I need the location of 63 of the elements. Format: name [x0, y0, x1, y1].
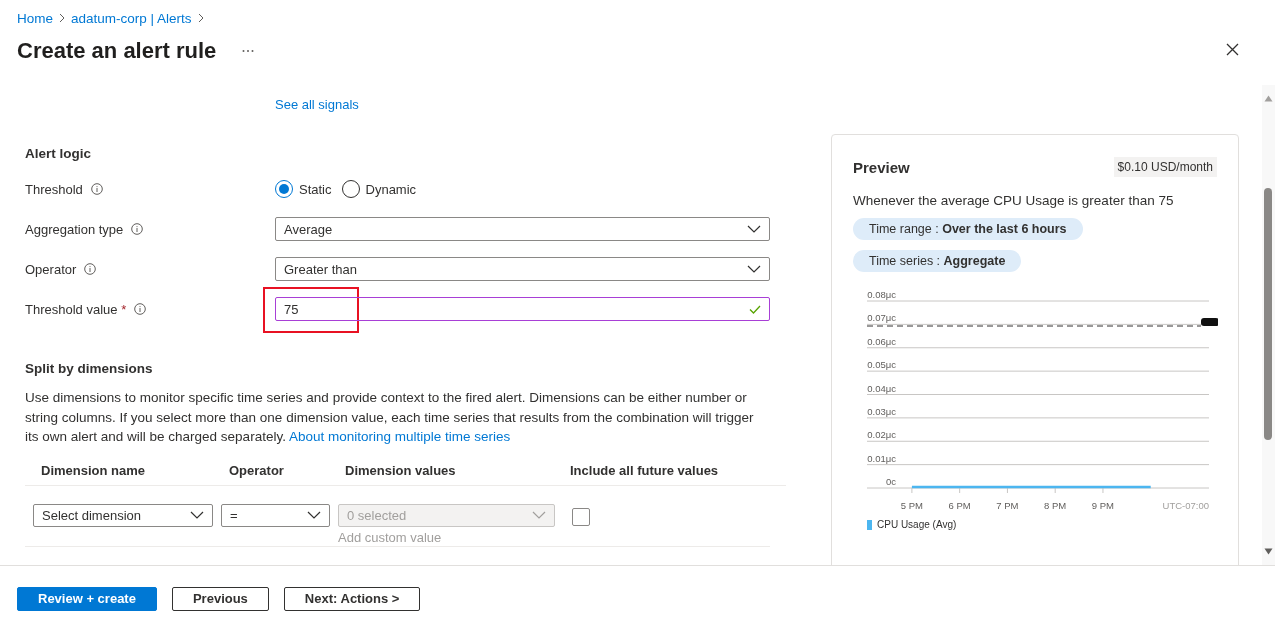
operator-dropdown[interactable]: =	[221, 503, 330, 527]
field-label: Threshold value *	[25, 301, 127, 317]
x-tick-label: 5 PM	[900, 500, 923, 511]
legend-label: CPU Usage (Avg)	[877, 519, 957, 530]
x-tick-label: 7 PM	[996, 500, 1019, 511]
see-all-signals-link[interactable]: See all signals	[275, 97, 359, 112]
breadcrumb-link[interactable]: Home	[17, 10, 53, 26]
y-tick-label: 0.08μc	[867, 289, 896, 300]
x-tick-label: 8 PM	[1044, 500, 1067, 511]
page-title: Create an alert rule	[17, 38, 217, 64]
info-icon	[131, 223, 144, 235]
field-label: Threshold	[25, 181, 83, 197]
footer-button[interactable]: Next: Actions >	[283, 586, 421, 611]
y-tick-label: 0.04μc	[867, 382, 896, 394]
scrollbar[interactable]	[1262, 85, 1275, 565]
footer-button[interactable]: Previous	[171, 586, 269, 611]
column-header: Dimension values	[345, 463, 457, 478]
y-tick-label: 0c	[885, 476, 896, 487]
x-tick-label: 9 PM	[1091, 500, 1115, 511]
y-tick-label: 0.05μc	[867, 359, 896, 371]
section-heading: Alert logic	[25, 146, 92, 161]
filter-chip: Time series : Aggregate	[853, 250, 1022, 272]
checkbox[interactable]	[572, 507, 590, 526]
dropdown[interactable]: Average	[275, 217, 770, 241]
field-label: Aggregation type	[25, 221, 124, 237]
scroll-down-icon[interactable]	[1264, 548, 1273, 555]
column-header: Include all future values	[570, 463, 720, 478]
info-icon	[90, 183, 103, 195]
chevron-down-icon	[747, 225, 761, 233]
y-tick-label: 0.06μc	[867, 335, 896, 347]
y-tick-label: 0.07μc	[867, 312, 896, 324]
timezone-label: UTC-07:00	[1162, 500, 1209, 511]
chevron-down-icon	[747, 265, 761, 273]
more-icon[interactable]	[242, 49, 255, 53]
dimension-dropdown[interactable]: Select dimension	[33, 503, 213, 527]
preview-summary: Whenever the average CPU Usage is greater than 75	[853, 193, 1175, 208]
y-tick-label: 0.02μc	[867, 429, 896, 441]
section-heading: Split by dimensions	[25, 361, 154, 376]
info-icon	[84, 263, 97, 275]
input-field[interactable]: 75	[275, 297, 770, 321]
chevron-right-icon	[59, 13, 65, 23]
footer-button[interactable]: Review + create	[17, 586, 157, 611]
y-tick-label: 0.03μc	[867, 405, 896, 417]
chevron-right-icon	[197, 13, 204, 23]
filter-chip: Time range : Over the last 6 hours	[853, 218, 1083, 240]
y-tick-label: 0.01μc	[867, 452, 896, 464]
radio-label: Dynamic	[365, 181, 417, 197]
learn-more-link[interactable]: About monitoring multiple time series	[288, 429, 511, 444]
x-tick-label: 6 PM	[948, 500, 971, 511]
info-icon	[134, 303, 147, 315]
checkmark-icon	[749, 304, 761, 314]
breadcrumb-link[interactable]: adatum-corp | Alerts	[71, 10, 192, 26]
field-label: Operator	[25, 261, 77, 277]
chevron-down-icon	[307, 511, 321, 519]
preview-title: Preview	[853, 158, 910, 176]
price-tag: $0.10 USD/month	[1113, 157, 1217, 177]
radio-label: Static	[299, 181, 332, 197]
column-header: Dimension name	[41, 463, 147, 478]
description-text: Use dimensions to monitor specific time series and provide context to the fired alert. Dimensions can be either number or string columns. If you select more than one dimension value, each time series that results from the combination will trigger its own alert and will be charged separately. About monitoring multiple time series	[25, 389, 755, 446]
chevron-down-icon	[532, 511, 546, 519]
dropdown[interactable]: Greater than	[275, 257, 770, 281]
chevron-down-icon	[190, 511, 204, 519]
column-header: Operator	[229, 463, 285, 478]
